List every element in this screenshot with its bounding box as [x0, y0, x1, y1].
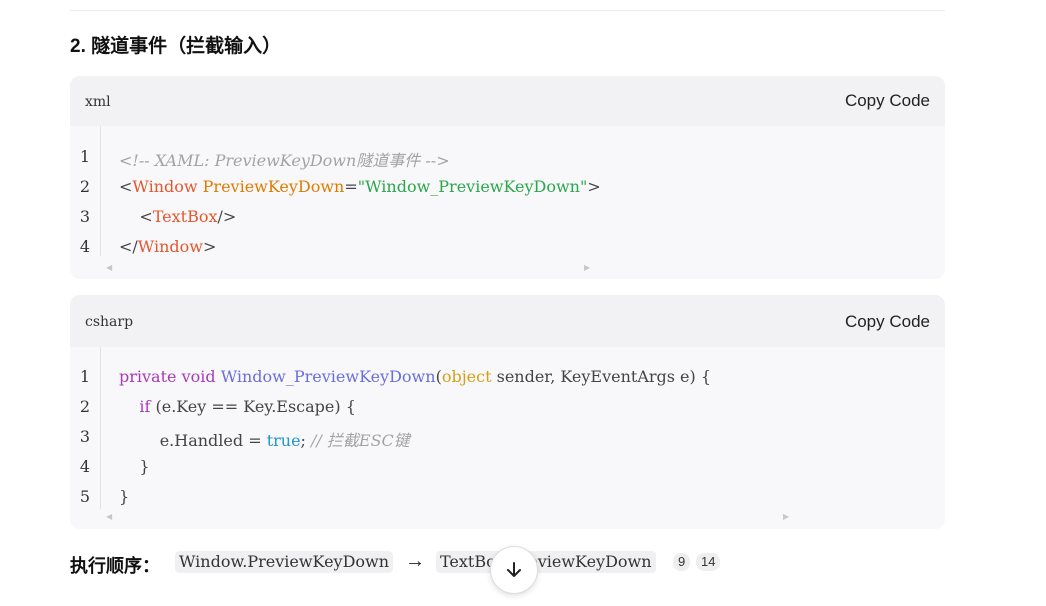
code-token: <!-- XAML: PreviewKeyDown隧道事件 -->: [119, 151, 450, 170]
code-token: (e.Key == Key.Escape) {: [150, 397, 356, 416]
code-line: e.Handled = true; // 拦截ESC键: [119, 427, 410, 451]
code-token: sender, KeyEventArgs e) {: [491, 367, 712, 386]
code-token: />: [217, 207, 237, 226]
copy-code-button[interactable]: Copy Code: [845, 91, 930, 111]
scroll-left-icon[interactable]: ◀: [106, 263, 112, 272]
code-token: </: [119, 237, 138, 256]
code-line: <!-- XAML: PreviewKeyDown隧道事件 -->: [119, 147, 450, 171]
copy-code-button[interactable]: Copy Code: [845, 312, 930, 332]
scroll-right-icon[interactable]: ▶: [584, 263, 590, 272]
code-token: Window: [132, 177, 198, 196]
line-number: 3: [79, 207, 90, 226]
code-body: 1 2 3 4 <!-- XAML: PreviewKeyDown隧道事件 --…: [70, 126, 945, 279]
code-line: private void Window_PreviewKeyDown(objec…: [119, 367, 711, 386]
code-line: if (e.Key == Key.Escape) {: [119, 397, 356, 416]
section-heading: 2. 隧道事件（拦截输入）: [70, 36, 282, 57]
code-token: <: [119, 207, 153, 226]
code-body: 1 2 3 4 5 private void Window_PreviewKey…: [70, 347, 945, 529]
scroll-left-icon[interactable]: ◀: [106, 512, 112, 521]
reference-badge[interactable]: 14: [696, 553, 721, 571]
line-number: 1: [79, 147, 90, 166]
code-token: PreviewKeyDown: [202, 177, 345, 196]
code-token: private: [119, 367, 177, 386]
code-token: >: [202, 237, 217, 256]
code-token: void: [181, 367, 216, 386]
code-line: }: [119, 457, 150, 476]
code-line: <TextBox/>: [119, 207, 236, 226]
line-number: 3: [79, 427, 90, 446]
line-number: 4: [79, 237, 90, 256]
line-number: 4: [79, 457, 90, 476]
arrow-right-icon: →: [405, 550, 425, 572]
line-number-gutter: 1 2 3 4: [70, 126, 101, 256]
scroll-down-button[interactable]: [490, 546, 538, 594]
code-token: }: [119, 457, 150, 476]
arrow-down-icon: [507, 562, 521, 577]
inline-code-chip: Window.PreviewKeyDown: [175, 551, 394, 573]
line-number-gutter: 1 2 3 4 5: [70, 347, 101, 509]
code-block-xml: xml Copy Code 1 2 3 4 <!-- XAML: Preview…: [70, 76, 945, 279]
code-block-header: csharp Copy Code: [70, 295, 945, 347]
execution-order-label: 执行顺序：: [70, 556, 160, 576]
reference-badge[interactable]: 9: [673, 553, 691, 571]
code-block-header: xml Copy Code: [70, 76, 945, 126]
scroll-right-icon[interactable]: ▶: [783, 512, 789, 521]
code-token: // 拦截ESC键: [311, 431, 410, 450]
code-block-csharp: csharp Copy Code 1 2 3 4 5 private void …: [70, 295, 945, 529]
line-number: 2: [79, 177, 90, 196]
code-line: <Window PreviewKeyDown="Window_PreviewKe…: [119, 177, 601, 196]
code-language-label: csharp: [85, 314, 134, 330]
code-line: }: [119, 487, 129, 506]
divider: [70, 10, 945, 11]
code-token: <: [119, 177, 133, 196]
line-number: 1: [79, 367, 90, 386]
code-token: ;: [300, 431, 312, 450]
code-token: TextBox: [152, 207, 218, 226]
code-token: "Window_PreviewKeyDown": [357, 177, 588, 196]
line-number: 2: [79, 397, 90, 416]
code-language-label: xml: [85, 94, 111, 110]
code-token: Window_PreviewKeyDown: [220, 367, 436, 386]
code-token: e.Handled =: [119, 431, 267, 450]
code-token: }: [119, 487, 130, 506]
code-line: </Window>: [119, 237, 216, 256]
code-token: =: [344, 177, 358, 196]
code-token: Window: [137, 237, 203, 256]
code-token: >: [587, 177, 601, 196]
code-token: object: [441, 367, 492, 386]
line-number: 5: [79, 487, 90, 506]
inline-code-chip: TextBox.PreviewKeyDown: [436, 551, 656, 573]
code-token: true: [266, 431, 301, 450]
code-token: if: [139, 397, 151, 416]
